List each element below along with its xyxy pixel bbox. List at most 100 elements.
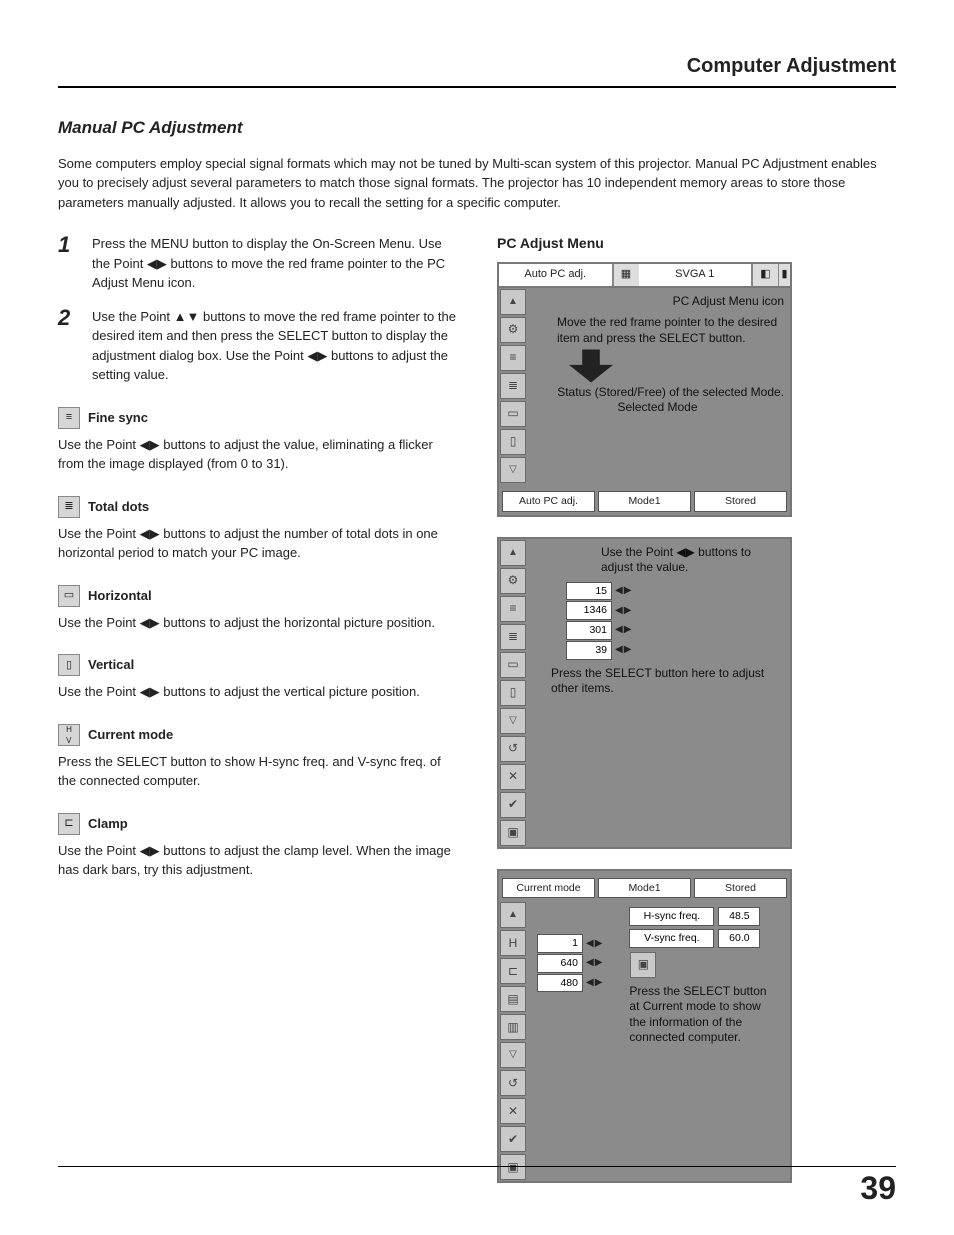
totaldots-icon: ≣ [500,624,526,650]
lr-arrows-icon: ◀▶ [586,976,603,990]
right-column: PC Adjust Menu Auto PC adj. ▦ SVGA 1 ◧ ▮… [497,234,896,1203]
display-v-value: 480 [537,974,583,993]
item-title: Total dots [88,498,149,516]
item-totaldots-head: ≣ Total dots [58,496,457,518]
clamp-icon: ⊏ [500,958,526,984]
value-row: 1 ◀▶ [537,934,603,953]
adjust-callout: Use the Point ◀▶ buttons to adjust the v… [601,545,784,576]
finesync-value: 15 [566,582,612,601]
step-text: Use the Point ▲▼ buttons to move the red… [92,307,457,385]
vertical-icon: ▯ [500,680,526,706]
hsync-label: H-sync freq. [629,907,714,926]
menu-panel-1: Auto PC adj. ▦ SVGA 1 ◧ ▮ ▲ ⚙ ≡ ≣ ▭ ▯ ▽ … [497,262,792,517]
pc-adjust-icon-callout: PC Adjust Menu icon [531,294,784,310]
value-row: 640 ◀▶ [537,954,603,973]
finesync-icon: ≡ [500,345,526,371]
vertical-icon: ▯ [500,429,526,455]
value-row: 1346 ◀▶ [566,601,784,620]
menu-top-row: Auto PC adj. ▦ SVGA 1 ◧ ▮ [499,264,790,288]
finesync-icon: ≡ [500,596,526,622]
item-title: Vertical [88,656,134,674]
item-vertical-head: ▯ Vertical [58,654,457,676]
quit-icon: ▣ [500,820,526,846]
horizontal-icon: ▭ [500,401,526,427]
footer-rule [58,1166,896,1167]
finesync-icon: ≡ [58,407,80,429]
free-icon: ✕ [500,1098,526,1124]
value-row: 15 ◀▶ [566,582,784,601]
step-number: 2 [58,307,78,385]
display-area-h-icon: ▤ [500,986,526,1012]
currentmode-icon: HV [58,724,80,746]
vsync-value: 60.0 [718,929,760,948]
autopc-icon: ⚙ [500,317,526,343]
scroll-up-icon: ▲ [500,289,526,315]
quit-icon: ▣ [500,1154,526,1180]
scroll-up-icon: ▲ [500,902,526,928]
panel1-sidebar: ▲ ⚙ ≡ ≣ ▭ ▯ ▽ [499,288,525,484]
autopc-icon: ⚙ [500,568,526,594]
menu-panel-3: Current mode Mode1 Stored ▲ H ⊏ ▤ ▥ ▽ ↺ … [497,869,792,1184]
panel2-sidebar: ▲ ⚙ ≡ ≣ ▭ ▯ ▽ ↺ ✕ ✔ ▣ [499,539,525,847]
step-text: Press the MENU button to display the On-… [92,234,457,293]
item-body: Press the SELECT button to show H-sync f… [58,752,457,791]
item-currentmode-head: HV Current mode [58,724,457,746]
status-autopc: Auto PC adj. [502,491,595,512]
currentmode-callout: Press the SELECT button at Current mode … [629,984,779,1046]
currentmode-icon: H [500,930,526,956]
item-body: Use the Point ◀▶ buttons to adjust the h… [58,613,457,633]
lr-arrows-icon: ◀▶ [615,584,632,598]
vsync-label: V-sync freq. [629,929,714,948]
item-body: Use the Point ◀▶ buttons to adjust the v… [58,682,457,702]
item-title: Clamp [88,815,128,833]
status-currentmode: Current mode [502,878,595,899]
item-body: Use the Point ◀▶ buttons to adjust the n… [58,524,457,563]
scroll-up-icon: ▲ [500,540,526,566]
lr-arrows-icon: ◀▶ [586,937,603,951]
item-title: Current mode [88,726,173,744]
item-horizontal-head: ▭ Horizontal [58,585,457,607]
status-mode: Mode1 [598,878,691,899]
pc-adjust-menu-heading: PC Adjust Menu [497,234,896,254]
status-mode: Mode1 [598,491,691,512]
value-row: 480 ◀▶ [537,974,603,993]
item-title: Horizontal [88,587,152,605]
menu-edge-icon: ▮ [778,264,790,286]
intro-paragraph: Some computers employ special signal for… [58,154,896,213]
item-body: Use the Point ◀▶ buttons to adjust the v… [58,435,457,474]
quit-icon: ▣ [630,952,656,978]
item-finesync-head: ≡ Fine sync [58,407,457,429]
status-stored: Stored [694,878,787,899]
section-title: Manual PC Adjustment [58,116,896,140]
step-1: 1 Press the MENU button to display the O… [58,234,457,293]
value-row: 301 ◀▶ [566,621,784,640]
scroll-down-icon: ▽ [500,457,526,483]
step-number: 1 [58,234,78,293]
step-2: 2 Use the Point ▲▼ buttons to move the r… [58,307,457,385]
value-row: 39 ◀▶ [566,641,784,660]
lr-arrows-icon: ◀▶ [615,604,632,618]
page-header: Computer Adjustment [58,52,896,88]
hsync-value: 48.5 [718,907,760,926]
vertical-value: 39 [566,641,612,660]
big-arrow-down-icon [569,349,613,383]
item-body: Use the Point ◀▶ buttons to adjust the c… [58,841,457,880]
scroll-down-icon: ▽ [500,1042,526,1068]
store-icon: ✔ [500,792,526,818]
status-callout: Status (Stored/Free) of the selected Mod… [531,385,784,401]
page-number: 39 [860,1166,896,1211]
scroll-down-icon: ▽ [500,708,526,734]
lr-arrows-icon: ◀▶ [615,623,632,637]
display-h-value: 640 [537,954,583,973]
clamp-icon: ⊏ [58,813,80,835]
display-area-v-icon: ▥ [500,1014,526,1040]
horizontal-icon: ▭ [500,652,526,678]
menu-icon: ◧ [752,264,778,286]
reset-icon: ↺ [500,1070,526,1096]
scroll-down-callout: Press the SELECT button here to adjust o… [551,666,784,697]
free-icon: ✕ [500,764,526,790]
selected-mode-callout: Selected Mode [531,400,784,416]
clamp-value: 1 [537,934,583,953]
reset-icon: ↺ [500,736,526,762]
menu-panel-2: ▲ ⚙ ≡ ≣ ▭ ▯ ▽ ↺ ✕ ✔ ▣ Use the Point ◀▶ b… [497,537,792,849]
